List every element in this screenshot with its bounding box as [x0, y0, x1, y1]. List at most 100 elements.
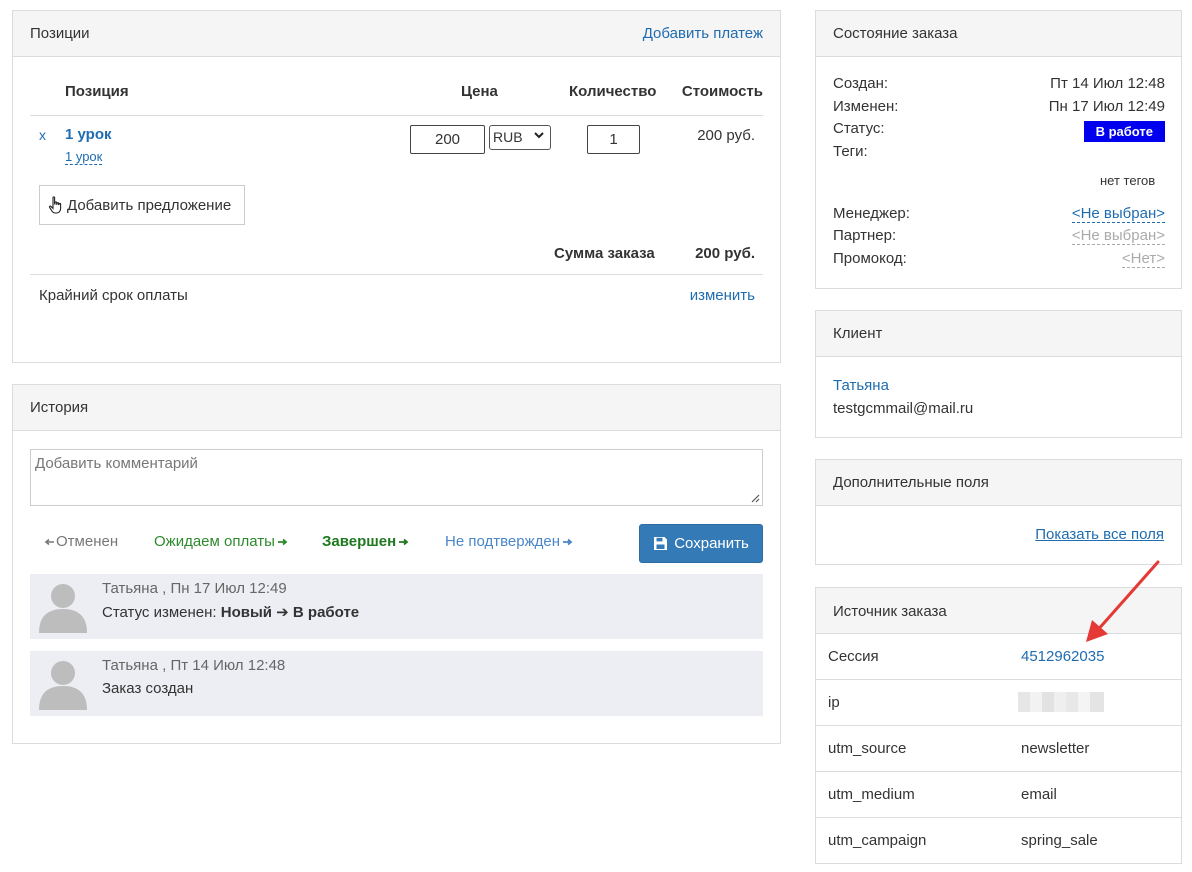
save-label: Сохранить — [674, 535, 749, 552]
col-quantity: Количество — [569, 83, 657, 100]
history-entry: Татьяна , Пн 17 Июл 12:49 Статус изменен… — [30, 574, 763, 639]
arrow-right-icon — [563, 538, 573, 545]
save-button[interactable]: Сохранить — [639, 524, 763, 563]
status-to: В работе — [292, 604, 360, 621]
extra-fields-title: Дополнительные поля — [833, 474, 989, 491]
partner-label: Партнер: — [833, 227, 897, 244]
tags-label: Теги: — [833, 143, 868, 160]
history-panel: История Добавить комментарий Отменен Ожи… — [12, 384, 781, 744]
history-entry-text: Статус изменен: Новый ➔ В работе — [102, 603, 359, 621]
resize-grip-icon[interactable] — [750, 493, 760, 503]
status-label: Статус: — [833, 120, 885, 137]
source-value: spring_sale — [1021, 832, 1098, 849]
status-unconfirmed-label: Не подтвержден — [445, 533, 560, 550]
history-header: История — [13, 385, 780, 431]
no-tags-text: нет тегов — [1100, 173, 1156, 188]
status-done-button[interactable]: Завершен — [322, 533, 410, 550]
status-change-prefix: Статус изменен: — [102, 604, 221, 621]
manager-select-link[interactable]: <Не выбран> — [1071, 205, 1165, 223]
quantity-input[interactable]: 1 — [587, 125, 640, 154]
history-entry-meta: Татьяна , Пн 17 Июл 12:49 — [102, 580, 287, 597]
comment-placeholder: Добавить комментарий — [35, 455, 198, 472]
item-cost: 200 руб. — [697, 127, 755, 144]
source-key: utm_campaign — [828, 832, 927, 849]
arrow-right-icon — [277, 538, 288, 545]
currency-select[interactable]: RUB — [489, 125, 551, 150]
positions-header: Позиции Добавить платеж — [13, 11, 780, 57]
extra-fields-panel: Дополнительные поля Показать все поля — [815, 459, 1182, 565]
status-awaiting-label: Ожидаем оплаты — [154, 533, 275, 550]
partner-select-link[interactable]: <Не выбран> — [1071, 227, 1165, 245]
remove-item-button[interactable]: x — [39, 127, 46, 143]
positions-panel: Позиции Добавить платеж Позиция Цена Кол… — [12, 10, 781, 363]
deadline-label: Крайний срок оплаты — [39, 287, 188, 304]
history-title: История — [30, 399, 89, 416]
modified-value: Пн 17 Июл 12:49 — [1048, 98, 1165, 115]
history-entry: Татьяна , Пт 14 Июл 12:48 Заказ создан — [30, 651, 763, 716]
positions-title: Позиции — [30, 25, 90, 42]
order-status-header: Состояние заказа — [816, 11, 1181, 57]
red-arrow-icon — [1086, 560, 1160, 642]
source-row-ip: ip — [816, 679, 1181, 725]
positions-table-header: Позиция Цена Количество Стоимость — [30, 83, 763, 116]
source-key: Сессия — [828, 648, 879, 665]
show-all-fields-link[interactable]: Показать все поля — [1035, 526, 1164, 543]
promo-label: Промокод: — [833, 250, 907, 267]
client-panel: Клиент Татьяна testgcmmail@mail.ru — [815, 310, 1182, 438]
client-email: testgcmmail@mail.ru — [833, 400, 974, 417]
add-payment-link[interactable]: Добавить платеж — [643, 25, 763, 42]
sum-value: 200 руб. — [695, 245, 755, 262]
status-cancelled-label: Отменен — [56, 533, 119, 550]
status-awaiting-button[interactable]: Ожидаем оплаты — [154, 533, 289, 550]
currency-value: RUB — [493, 129, 523, 145]
source-row-utm-source: utm_source newsletter — [816, 725, 1181, 771]
chevron-down-icon — [534, 132, 544, 139]
source-row-utm-medium: utm_medium email — [816, 771, 1181, 817]
change-deadline-link[interactable]: изменить — [690, 287, 755, 304]
order-source-title: Источник заказа — [833, 602, 947, 620]
history-entry-meta: Татьяна , Пт 14 Июл 12:48 — [102, 657, 286, 674]
source-key: utm_source — [828, 740, 907, 757]
price-input[interactable]: 200 — [410, 125, 485, 154]
item-name-link[interactable]: 1 урок — [65, 126, 112, 143]
arrow-right-icon: ➔ — [272, 604, 293, 621]
modified-label: Изменен: — [833, 98, 899, 115]
comment-textarea[interactable]: Добавить комментарий — [30, 449, 763, 506]
status-from: Новый — [220, 604, 272, 621]
order-status-title: Состояние заказа — [833, 25, 958, 42]
order-sum-row: Сумма заказа 200 руб. — [30, 237, 763, 275]
client-title: Клиент — [833, 325, 883, 342]
source-value: email — [1021, 786, 1057, 803]
status-badge[interactable]: В работе — [1083, 121, 1165, 142]
extra-fields-header: Дополнительные поля — [816, 460, 1181, 506]
sum-label: Сумма заказа — [554, 245, 655, 262]
position-row: x 1 урок 1 урок 200 RUB 1 200 руб. — [30, 121, 763, 181]
session-link[interactable]: 4512962035 — [1021, 648, 1104, 665]
arrow-left-icon — [44, 538, 54, 545]
client-header: Клиент — [816, 311, 1181, 357]
item-offer-link[interactable]: 1 урок — [65, 149, 103, 165]
source-key: ip — [828, 694, 840, 711]
status-unconfirmed-button[interactable]: Не подтвержден — [445, 533, 574, 550]
ip-redacted — [1018, 692, 1104, 712]
col-cost: Стоимость — [681, 83, 763, 100]
status-cancelled-button[interactable]: Отменен — [44, 533, 118, 550]
avatar — [39, 584, 87, 633]
status-done-label: Завершен — [322, 533, 397, 550]
add-offer-label: Добавить предложение — [67, 196, 232, 214]
history-entry-text: Заказ создан — [102, 680, 194, 697]
hand-pointer-icon — [48, 196, 62, 214]
avatar — [39, 661, 87, 710]
promo-select-link[interactable]: <Нет> — [1121, 250, 1165, 268]
col-price: Цена — [461, 83, 498, 100]
arrow-right-icon — [399, 538, 409, 545]
client-name-link[interactable]: Татьяна — [833, 377, 889, 394]
created-value: Пт 14 Июл 12:48 — [1050, 75, 1165, 92]
col-position: Позиция — [65, 83, 129, 100]
created-label: Создан: — [833, 75, 889, 92]
source-value: newsletter — [1021, 740, 1090, 757]
source-key: utm_medium — [828, 786, 915, 803]
add-offer-button[interactable]: Добавить предложение — [39, 185, 245, 225]
floppy-disk-icon — [654, 537, 668, 550]
source-row-utm-campaign: utm_campaign spring_sale — [816, 817, 1181, 863]
